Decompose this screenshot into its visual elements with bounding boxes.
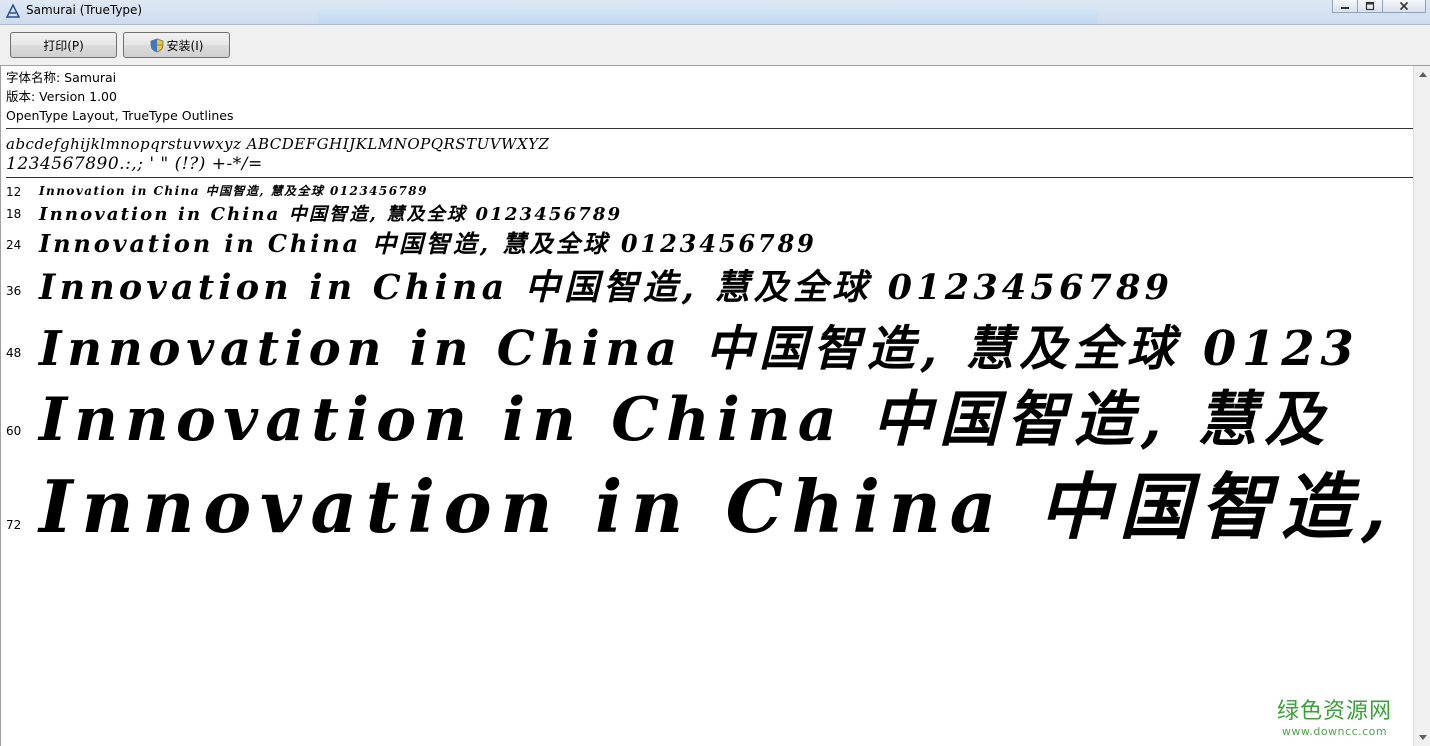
sample-text: Innovation in China 中国智造, 慧及全球 012345678… — [39, 229, 817, 258]
print-button-label: 打印(P) — [43, 38, 84, 53]
close-icon — [1399, 1, 1409, 11]
font-info: 字体名称: Samurai 版本: Version 1.00 OpenType … — [6, 68, 233, 125]
maximize-icon — [1365, 1, 1375, 11]
sample-text: Innovation in China 中国智造, 慧及全球 0123 — [39, 321, 1360, 377]
size-label: 60 — [6, 424, 22, 438]
sample-text: Innovation in China 中国智造, 慧及全球 012345678… — [39, 184, 428, 198]
window-controls — [1332, 0, 1426, 15]
scroll-up-button[interactable] — [1414, 66, 1430, 83]
separator-line — [6, 128, 1413, 129]
title-bar: Samurai (TrueType) — [0, 0, 1430, 25]
install-button[interactable]: 安装(I) — [123, 32, 230, 58]
print-button[interactable]: 打印(P) — [10, 32, 117, 58]
font-name-line: 字体名称: Samurai — [6, 70, 117, 85]
sample-text: Innovation in China 中国智造, 慧及全球 012345678… — [39, 267, 1174, 308]
watermark-url: www.downcc.com — [1281, 725, 1388, 738]
maximize-button[interactable] — [1357, 0, 1383, 13]
separator-line — [6, 177, 1413, 178]
watermark: 绿色资源网 www.downcc.com — [1277, 693, 1392, 738]
size-label: 18 — [6, 207, 22, 221]
watermark-title: 绿色资源网 — [1276, 699, 1392, 724]
install-button-label: 安装(I) — [166, 38, 204, 53]
arrow-down-icon — [1418, 735, 1427, 740]
sample-text: Innovation in China 中国智造, 慧及全球 012345678… — [39, 204, 623, 225]
size-label: 72 — [6, 518, 22, 532]
font-preview-pane: 字体名称: Samurai 版本: Version 1.00 OpenType … — [0, 66, 1414, 746]
charset-symbols: 1234567890.:,; ' " (!?) +-*/= — [6, 154, 263, 174]
close-button[interactable] — [1382, 0, 1426, 13]
window-title: Samurai (TrueType) — [26, 3, 143, 17]
vertical-scrollbar[interactable] — [1413, 66, 1430, 746]
toolbar: 打印(P) 安装(I) — [0, 25, 1430, 66]
uac-shield-icon — [150, 38, 163, 52]
size-label: 36 — [6, 284, 22, 298]
scroll-down-button[interactable] — [1414, 729, 1430, 746]
arrow-up-icon — [1418, 72, 1427, 77]
font-type-line: OpenType Layout, TrueType Outlines — [6, 108, 234, 123]
sample-text: Innovation in China 中国智造, 慧及 — [39, 385, 1332, 455]
minimize-button[interactable] — [1332, 0, 1358, 13]
sample-text: Innovation in China 中国智造, — [39, 464, 1395, 549]
preview-clip: 字体名称: Samurai 版本: Version 1.00 OpenType … — [1, 66, 1413, 746]
font-version-line: 版本: Version 1.00 — [6, 89, 117, 104]
size-label: 12 — [6, 185, 22, 199]
size-label: 24 — [6, 238, 22, 252]
minimize-icon — [1341, 7, 1349, 9]
background-window-strip — [318, 8, 1098, 24]
size-label: 48 — [6, 346, 22, 360]
font-file-icon — [5, 3, 21, 18]
charset-letters: abcdefghijklmnopqrstuvwxyz ABCDEFGHIJKLM… — [6, 135, 550, 153]
